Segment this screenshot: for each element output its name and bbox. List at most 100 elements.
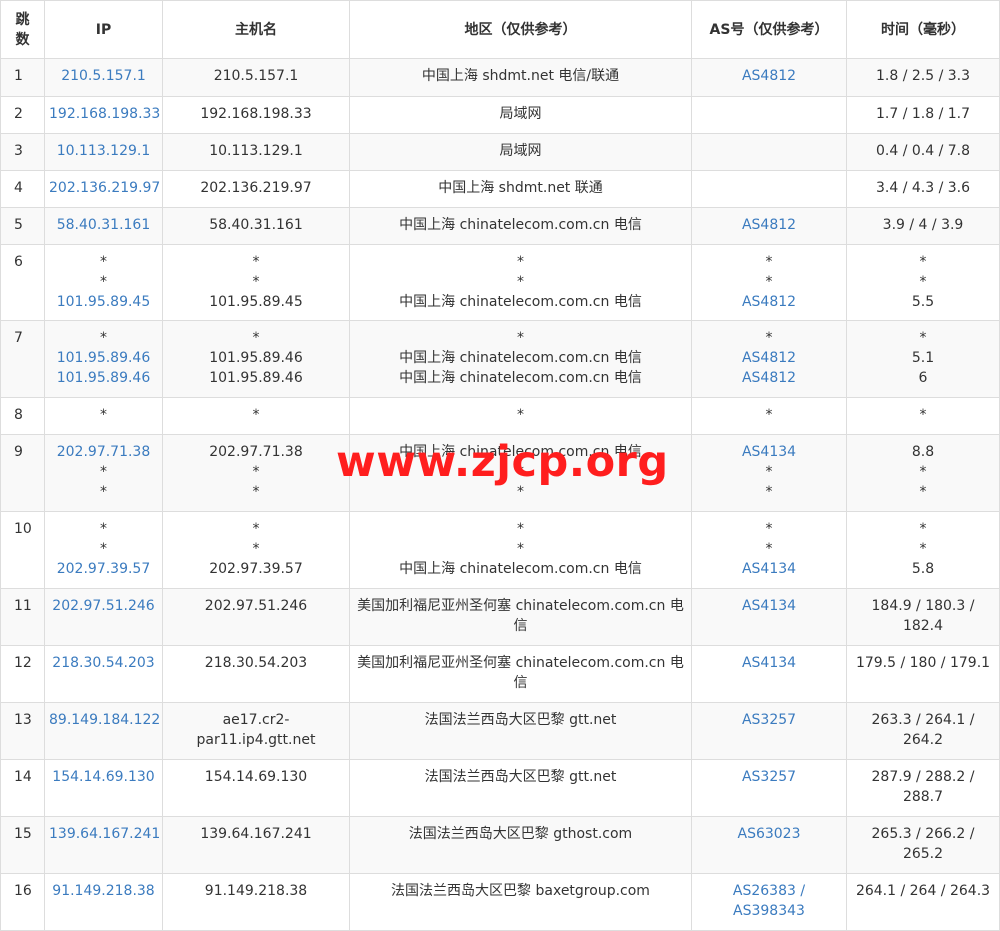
hostname-cell-line: 218.30.54.203 bbox=[204, 655, 308, 671]
asn-cell-line[interactable]: AS3257 bbox=[696, 710, 842, 730]
hostname-cell-line: 58.40.31.161 bbox=[209, 217, 303, 233]
asn-cell-line[interactable]: AS4134 bbox=[696, 596, 842, 616]
asn-cell: * * AS4812 bbox=[691, 244, 847, 321]
header-hop-char: 跳 bbox=[15, 11, 30, 28]
asn-cell-line: * bbox=[765, 541, 773, 557]
ip-cell-line[interactable]: 202.97.39.57 bbox=[49, 559, 158, 579]
hop-number-cell-line: 6 bbox=[14, 254, 23, 270]
ip-cell-line[interactable]: 210.5.157.1 bbox=[49, 66, 158, 86]
region-cell-line: 信 bbox=[513, 618, 528, 634]
ip-cell-line[interactable]: 89.149.184.122 bbox=[49, 710, 160, 730]
time-cell-line: 263.3 / 264.1 / bbox=[871, 712, 975, 728]
region-cell-line: * bbox=[517, 464, 524, 480]
time-cell: 0.4 / 0.4 / 7.8 bbox=[846, 133, 1000, 171]
ip-cell-line[interactable]: 101.95.89.46 bbox=[49, 348, 158, 368]
hostname-cell: 10.113.129.1 bbox=[162, 133, 350, 171]
ip-cell: 89.149.184.122 bbox=[44, 702, 163, 760]
table-row: 15 139.64.167.241 139.64.167.241 法国法兰西岛大区巴黎… bbox=[0, 816, 1000, 874]
region-cell: 法国法兰西岛大区巴黎 gtt.net bbox=[349, 759, 692, 817]
time-cell: 3.4 / 4.3 / 3.6 bbox=[846, 170, 1000, 208]
asn-cell-line[interactable]: AS4812 bbox=[696, 215, 842, 235]
ip-cell-line[interactable]: 101.95.89.45 bbox=[49, 292, 158, 312]
hostname-cell: * 101.95.89.46 101.95.89.46 bbox=[162, 320, 350, 398]
ip-cell-line[interactable]: 154.14.69.130 bbox=[49, 767, 158, 787]
region-cell: 中国上海 chinatelecom.com.cn 电信 * * bbox=[349, 434, 692, 512]
region-cell: 美国加利福尼亚州圣何塞 chinatelecom.com.cn 电信 bbox=[349, 645, 692, 703]
asn-cell-line[interactable]: AS3257 bbox=[696, 767, 842, 787]
time-cell: 263.3 / 264.1 / 264.2 bbox=[846, 702, 1000, 760]
ip-cell-line: * bbox=[100, 484, 107, 500]
asn-cell-line[interactable]: AS4812 bbox=[696, 348, 842, 368]
region-cell-line: * bbox=[517, 521, 524, 537]
hop-number-cell-line: 11 bbox=[14, 598, 32, 614]
asn-cell-line[interactable]: AS4812 bbox=[696, 292, 842, 312]
asn-cell-line[interactable]: AS398343 bbox=[696, 901, 842, 921]
time-cell: 184.9 / 180.3 / 182.4 bbox=[846, 588, 1000, 646]
table-row: 2 192.168.198.33 192.168.198.33 局域网 1.7 / 1… bbox=[0, 96, 1000, 134]
ip-cell-line[interactable]: 91.149.218.38 bbox=[49, 881, 158, 901]
ip-cell-line[interactable]: 202.136.219.97 bbox=[49, 178, 160, 198]
hop-number-cell-line: 16 bbox=[14, 883, 32, 899]
hostname-cell-line: 91.149.218.38 bbox=[204, 883, 308, 899]
asn-cell-line: * bbox=[765, 254, 773, 270]
asn-cell: AS63023 bbox=[691, 816, 847, 874]
time-cell-line: 264.1 / 264 / 264.3 bbox=[855, 883, 991, 899]
table-row: 9 202.97.71.38 * * 202.97.71.38 * * 中国上海 chinat… bbox=[0, 434, 1000, 512]
asn-cell-line[interactable]: AS4812 bbox=[696, 368, 842, 388]
ip-cell-line[interactable]: 139.64.167.241 bbox=[49, 824, 160, 844]
ip-cell-line[interactable]: 58.40.31.161 bbox=[49, 215, 158, 235]
asn-cell-line[interactable]: AS26383 / bbox=[696, 881, 842, 901]
region-cell-line: 法国法兰西岛大区巴黎 gthost.com bbox=[408, 826, 633, 842]
ip-cell-line[interactable]: 218.30.54.203 bbox=[49, 653, 158, 673]
table-row: 11 202.97.51.246 202.97.51.246 美国加利福尼亚州圣何塞 … bbox=[0, 588, 1000, 646]
region-cell: 中国上海 chinatelecom.com.cn 电信 bbox=[349, 207, 692, 245]
time-cell-line: 3.9 / 4 / 3.9 bbox=[882, 217, 964, 233]
table-row: 14 154.14.69.130 154.14.69.130 法国法兰西岛大区巴黎 g… bbox=[0, 759, 1000, 817]
ip-cell-line: * bbox=[100, 330, 107, 346]
ip-cell-line[interactable]: 192.168.198.33 bbox=[49, 104, 160, 124]
ip-cell-line[interactable]: 101.95.89.46 bbox=[49, 368, 158, 388]
ip-cell-line[interactable]: 202.97.51.246 bbox=[49, 596, 158, 616]
hop-number-cell-line: 14 bbox=[14, 769, 32, 785]
asn-cell-line[interactable]: AS4812 bbox=[696, 66, 842, 86]
asn-cell-line: * bbox=[765, 464, 773, 480]
time-cell: 265.3 / 266.2 / 265.2 bbox=[846, 816, 1000, 874]
asn-cell-line[interactable]: AS4134 bbox=[696, 442, 842, 462]
region-cell-line: 美国加利福尼亚州圣何塞 chinatelecom.com.cn 电 bbox=[357, 598, 684, 614]
hostname-cell-line: 139.64.167.241 bbox=[200, 826, 312, 842]
ip-cell-line[interactable]: 10.113.129.1 bbox=[49, 141, 158, 161]
hostname-cell: ae17.cr2- par11.ip4.gtt.net bbox=[162, 702, 350, 760]
time-cell-line: * bbox=[919, 254, 927, 270]
hop-number-cell: 10 bbox=[0, 511, 45, 589]
region-cell-line: * bbox=[517, 407, 524, 423]
region-cell: * bbox=[349, 397, 692, 435]
hop-number-cell: 5 bbox=[0, 207, 45, 245]
region-cell-line: * bbox=[517, 254, 524, 270]
time-cell-line: 287.9 / 288.2 / bbox=[871, 769, 975, 785]
asn-cell-line[interactable]: AS63023 bbox=[696, 824, 842, 844]
region-cell: 中国上海 shdmt.net 联通 bbox=[349, 170, 692, 208]
hostname-cell-line: 202.97.39.57 bbox=[209, 561, 303, 577]
header-hostname: 主机名 bbox=[162, 0, 350, 59]
ip-cell-line: * bbox=[100, 407, 107, 423]
ip-cell-line[interactable]: 202.97.71.38 bbox=[49, 442, 158, 462]
region-cell-line: 法国法兰西岛大区巴黎 gtt.net bbox=[424, 712, 617, 728]
region-cell: * * 中国上海 chinatelecom.com.cn 电信 bbox=[349, 244, 692, 321]
region-cell: * 中国上海 chinatelecom.com.cn 电信 中国上海 chinate… bbox=[349, 320, 692, 398]
ip-cell: 210.5.157.1 bbox=[44, 58, 163, 97]
region-cell: 法国法兰西岛大区巴黎 baxetgroup.com bbox=[349, 873, 692, 931]
ip-cell-line: * bbox=[100, 254, 107, 270]
asn-cell-line: * bbox=[765, 407, 773, 423]
ip-cell: * 101.95.89.46 101.95.89.46 bbox=[44, 320, 163, 398]
asn-cell-line[interactable]: AS4134 bbox=[696, 559, 842, 579]
region-cell: * * 中国上海 chinatelecom.com.cn 电信 bbox=[349, 511, 692, 589]
time-cell: * * 5.5 bbox=[846, 244, 1000, 321]
time-cell: 8.8 * * bbox=[846, 434, 1000, 512]
hop-number-cell-line: 4 bbox=[14, 180, 23, 196]
table-row: 1 210.5.157.1 210.5.157.1 中国上海 shdmt.net 电信… bbox=[0, 58, 1000, 97]
asn-cell: * AS4812 AS4812 bbox=[691, 320, 847, 398]
hop-number-cell: 1 bbox=[0, 58, 45, 97]
asn-cell-line[interactable]: AS4134 bbox=[696, 653, 842, 673]
asn-cell-line bbox=[696, 104, 842, 124]
hostname-cell-line: 202.97.71.38 bbox=[209, 444, 303, 460]
